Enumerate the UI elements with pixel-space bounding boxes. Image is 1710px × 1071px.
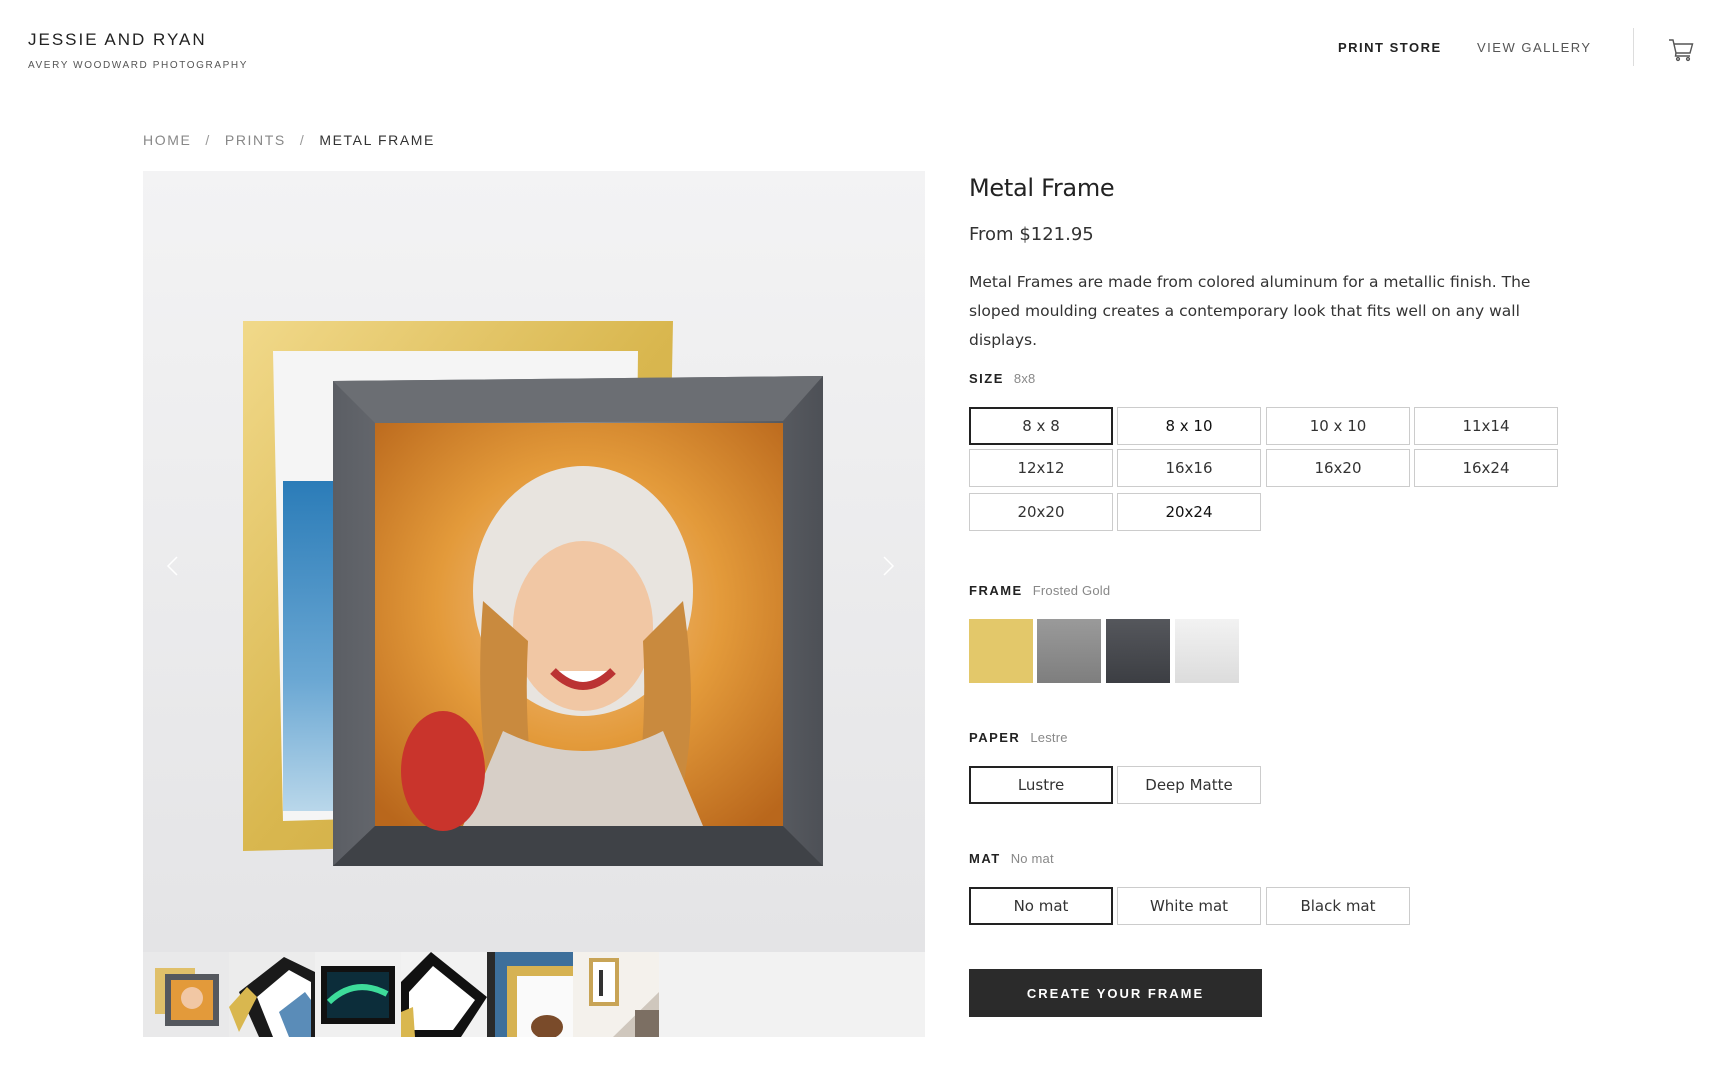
paper-option-deep-matte[interactable]: Deep Matte xyxy=(1117,766,1261,804)
size-option-11x14[interactable]: 11x14 xyxy=(1414,407,1558,445)
breadcrumb: HOME / PRINTS / METAL FRAME xyxy=(143,132,435,148)
size-option-12x12[interactable]: 12x12 xyxy=(969,449,1113,487)
paper-selected: Lestre xyxy=(1030,730,1068,745)
breadcrumb-home[interactable]: HOME xyxy=(143,132,191,148)
size-option-10x10[interactable]: 10 x 10 xyxy=(1266,407,1410,445)
mat-label-text: MAT xyxy=(969,851,1001,866)
size-option-16x16[interactable]: 16x16 xyxy=(1117,449,1261,487)
breadcrumb-separator: / xyxy=(299,132,306,148)
brand[interactable]: JESSIE AND RYAN AVERY WOODWARD PHOTOGRAP… xyxy=(28,30,248,71)
cart-icon[interactable] xyxy=(1668,38,1694,62)
size-option-16x24[interactable]: 16x24 xyxy=(1414,449,1558,487)
size-label-text: SIZE xyxy=(969,371,1004,386)
paper-label: PAPER Lestre xyxy=(969,730,1068,745)
create-frame-button[interactable]: CREATE YOUR FRAME xyxy=(969,969,1262,1017)
size-label: SIZE 8x8 xyxy=(969,371,1035,386)
nav-print-store[interactable]: PRINT STORE xyxy=(1338,40,1442,55)
product-title: Metal Frame xyxy=(969,174,1115,202)
mat-option-black-mat[interactable]: Black mat xyxy=(1266,887,1410,925)
frame-swatch-white[interactable] xyxy=(1175,619,1239,683)
frame-swatch-black[interactable] xyxy=(1106,619,1170,683)
mat-label: MAT No mat xyxy=(969,851,1054,866)
nav-divider xyxy=(1633,28,1634,66)
mat-selected: No mat xyxy=(1010,851,1054,866)
mat-option-no-mat[interactable]: No mat xyxy=(969,887,1113,925)
site-header: JESSIE AND RYAN AVERY WOODWARD PHOTOGRAP… xyxy=(0,0,1710,100)
brand-title[interactable]: JESSIE AND RYAN xyxy=(28,30,248,50)
product-price: From $121.95 xyxy=(969,224,1094,245)
frame-swatch-silver[interactable] xyxy=(1037,619,1101,683)
size-selected: 8x8 xyxy=(1013,371,1036,386)
frame-selected: Frosted Gold xyxy=(1032,583,1111,598)
breadcrumb-prints[interactable]: PRINTS xyxy=(225,132,286,148)
frame-label-text: FRAME xyxy=(969,583,1023,598)
brand-subtitle: AVERY WOODWARD PHOTOGRAPHY xyxy=(28,60,248,71)
frame-swatch-gold[interactable] xyxy=(969,619,1033,683)
prev-arrow-icon[interactable] xyxy=(158,551,188,581)
size-option-8x8[interactable]: 8 x 8 xyxy=(969,407,1113,445)
frame-label: FRAME Frosted Gold xyxy=(969,583,1110,598)
breadcrumb-separator: / xyxy=(205,132,211,148)
thumbnail[interactable] xyxy=(143,952,229,1037)
thumbnail[interactable] xyxy=(401,952,487,1037)
size-option-20x24[interactable]: 20x24 xyxy=(1117,493,1261,531)
mat-option-white-mat[interactable]: White mat xyxy=(1117,887,1261,925)
thumbnail[interactable] xyxy=(229,952,315,1037)
thumbnail[interactable] xyxy=(573,952,659,1037)
product-description: Metal Frames are made from colored alumi… xyxy=(969,273,1531,349)
thumbnail-strip xyxy=(143,952,925,1037)
breadcrumb-current: METAL FRAME xyxy=(319,132,435,148)
paper-label-text: PAPER xyxy=(969,730,1021,745)
thumbnail[interactable] xyxy=(315,952,401,1037)
nav-view-gallery[interactable]: VIEW GALLERY xyxy=(1477,40,1592,55)
product-main-image[interactable] xyxy=(143,171,925,952)
paper-option-lustre[interactable]: Lustre xyxy=(969,766,1113,804)
size-option-8x10[interactable]: 8 x 10 xyxy=(1117,407,1261,445)
size-option-20x20[interactable]: 20x20 xyxy=(969,493,1113,531)
size-option-16x20[interactable]: 16x20 xyxy=(1266,449,1410,487)
next-arrow-icon[interactable] xyxy=(873,551,903,581)
thumbnail[interactable] xyxy=(487,952,573,1037)
